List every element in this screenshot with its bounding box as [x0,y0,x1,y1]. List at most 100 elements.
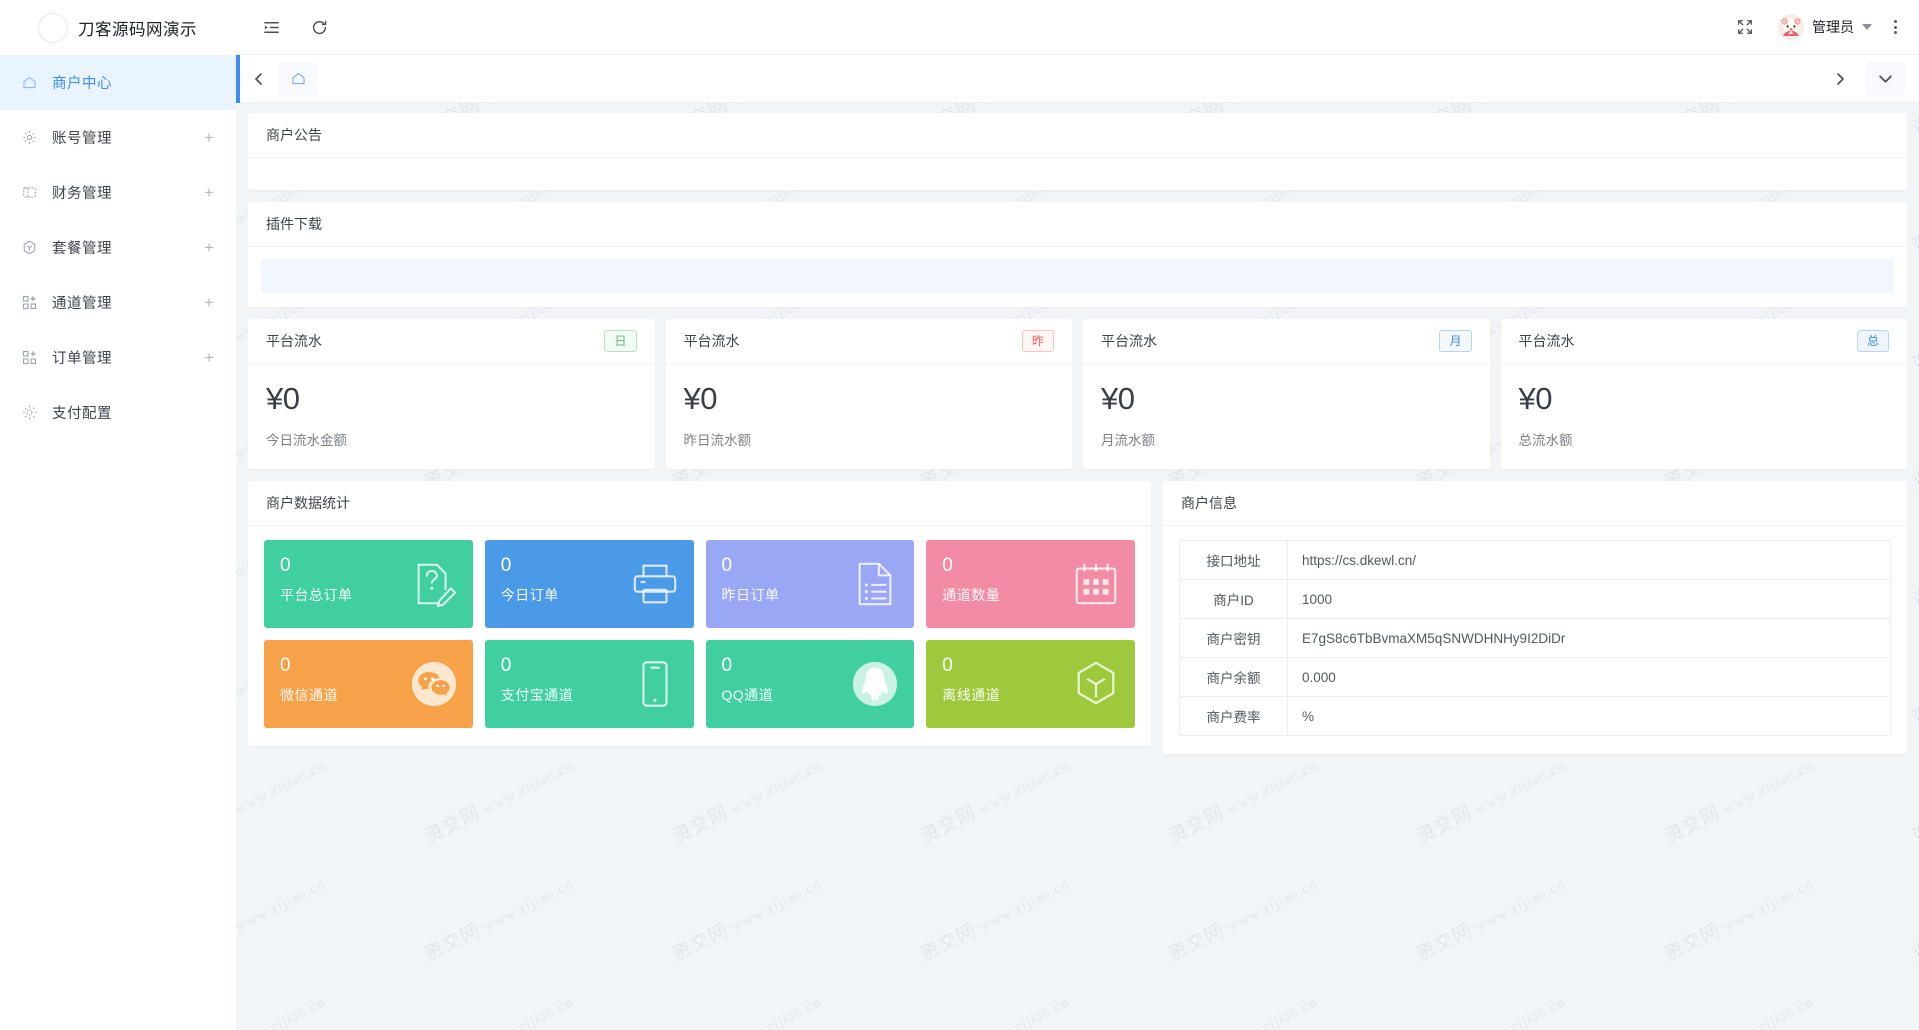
sidebar-item-label: 商户中心 [52,72,214,93]
gear-icon [20,129,38,147]
stat-tile-7[interactable]: 0离线通道 [926,640,1135,728]
brand-logo[interactable]: 刀客源码网演示 [0,0,236,55]
flow-card-badge[interactable]: 月 [1439,330,1471,352]
grid-plus-icon [20,349,38,367]
sidebar-item-expand-icon[interactable]: + [204,129,214,146]
document-list-icon [850,559,900,609]
stats-tile-grid: 0平台总订单0今日订单0昨日订单0通道数量 0微信通道0支付宝通道0QQ通道0离线… [248,526,1151,746]
merchant-info-key: 商户费率 [1180,697,1288,736]
merchant-info-table: 接口地址https://cs.dkewl.cn/商户ID1000商户密钥E7gS… [1179,540,1891,736]
rocket-icon [38,13,68,43]
printer-icon [630,559,680,609]
sidebar-item-1[interactable]: 账号管理+ [0,110,236,165]
sidebar-item-label: 套餐管理 [52,237,204,258]
tab-prev-button[interactable] [240,55,278,103]
menu-collapse-icon[interactable] [260,16,282,38]
merchant-info-value: https://cs.dkewl.cn/ [1288,541,1891,580]
stat-tile-6[interactable]: 0QQ通道 [706,640,915,728]
more-vertical-icon[interactable] [1894,20,1897,34]
flow-card-title: 平台流水 [684,331,740,351]
flow-card-title: 平台流水 [266,331,322,351]
user-menu[interactable]: 管理员 [1778,14,1872,40]
flow-card-badge[interactable]: 总 [1857,330,1889,352]
app-root: 资交网 www.zijiao.cn资交网 www.zijiao.cn资交网 ww… [0,0,1919,1030]
tab-next-button[interactable] [1821,55,1859,103]
tab-bar [236,55,1919,103]
merchant-info-title: 商户信息 [1163,481,1907,526]
flow-card-head: 平台流水 昨 [666,319,1073,364]
flow-card-amount: ¥0 [1101,382,1472,416]
stat-tile-0[interactable]: 0平台总订单 [264,540,473,628]
flow-card-amount: ¥0 [684,382,1055,416]
merchant-notice-title: 商户公告 [248,113,1907,158]
sidebar-item-0[interactable]: 商户中心 [0,55,236,110]
merchant-info-row: 商户余额0.000 [1180,658,1891,697]
home-icon [20,74,38,92]
plugin-download-body [248,247,1907,307]
sidebar-item-3[interactable]: 套餐管理+ [0,220,236,275]
sidebar-item-expand-icon[interactable]: + [204,239,214,256]
sidebar-item-6[interactable]: 支付配置 [0,385,236,440]
sidebar-item-5[interactable]: 订单管理+ [0,330,236,385]
grid-plus-icon [20,294,38,312]
merchant-info-key: 商户余额 [1180,658,1288,697]
sidebar-item-expand-icon[interactable]: + [204,349,214,366]
flow-card-badge[interactable]: 昨 [1022,330,1054,352]
sidebar-item-2[interactable]: 财务管理+ [0,165,236,220]
mobile-icon [630,659,680,709]
sidebar-item-expand-icon[interactable]: + [204,294,214,311]
sidebar-item-label: 支付配置 [52,402,214,423]
flow-card-head: 平台流水总 [1501,319,1908,364]
merchant-info-key: 接口地址 [1180,541,1288,580]
plugin-download-strip[interactable] [261,259,1894,293]
top-bar: 管理员 [236,0,1919,55]
sidebar-nav: 商户中心账号管理+财务管理+套餐管理+通道管理+订单管理+支付配置 [0,55,236,1030]
merchant-info-row: 商户密钥E7gS8c6TbBvmaXM5qSNWDHNHy9I2DiDr [1180,619,1891,658]
merchant-info-key: 商户密钥 [1180,619,1288,658]
flow-card-amount: ¥0 [266,382,637,416]
document-edit-icon [409,559,459,609]
topbar-left-group [236,16,330,38]
merchant-info-value: E7gS8c6TbBvmaXM5qSNWDHNHy9I2DiDr [1288,619,1891,658]
sidebar-item-label: 通道管理 [52,292,204,313]
topbar-right-group: 管理员 [1734,14,1919,40]
flow-cards-row: 平台流水日¥0今日流水金额平台流水昨¥0昨日流水额平台流水月¥0月流水额平台流水… [248,319,1907,469]
flow-card-body: ¥0月流水额 [1083,364,1490,469]
package-icon [20,239,38,257]
qq-icon [850,659,900,709]
flow-card-label: 昨日流水额 [684,429,1055,449]
flow-card-body: ¥0 总流水额 [1501,364,1908,469]
refresh-icon[interactable] [308,16,330,38]
flow-card-1: 平台流水 昨 ¥0 昨日流水额 [666,319,1073,469]
avatar [1778,14,1804,40]
merchant-notice-body [248,158,1907,190]
merchant-info-row: 接口地址https://cs.dkewl.cn/ [1180,541,1891,580]
flow-card-amount: ¥0 [1519,382,1890,416]
flow-card-label: 总流水额 [1519,429,1890,449]
merchant-stats-panel: 商户数据统计 0平台总订单0今日订单0昨日订单0通道数量0微信通道0支付宝通道0… [248,481,1151,746]
sidebar-item-4[interactable]: 通道管理+ [0,275,236,330]
stat-tile-1[interactable]: 0今日订单 [485,540,694,628]
merchant-info-value: % [1288,697,1891,736]
tab-dropdown-button[interactable] [1865,62,1905,96]
merchant-notice-panel: 商户公告 [248,113,1907,190]
flow-card-body: ¥0 今日流水金额 [248,364,655,469]
flow-card-3: 平台流水总 ¥0 总流水额 [1501,319,1908,469]
stat-tile-2[interactable]: 0昨日订单 [706,540,915,628]
fullscreen-icon[interactable] [1734,16,1756,38]
stat-tile-5[interactable]: 0支付宝通道 [485,640,694,728]
stat-tile-3[interactable]: 0通道数量 [926,540,1135,628]
user-name: 管理员 [1812,17,1854,37]
flow-card-label: 今日流水金额 [266,429,637,449]
sidebar-item-label: 财务管理 [52,182,204,203]
flow-card-badge[interactable]: 日 [604,330,636,352]
merchant-info-panel: 商户信息 接口地址https://cs.dkewl.cn/商户ID1000商户密… [1163,481,1907,754]
tab-home[interactable] [278,62,318,96]
sidebar-item-label: 订单管理 [52,347,204,368]
main-content: 商户公告 插件下载 平台流水日¥0今日流水金额平台流水昨¥0昨日流水额平台流水月… [236,103,1919,1030]
merchant-info-row: 商户ID1000 [1180,580,1891,619]
sidebar-item-expand-icon[interactable]: + [204,184,214,201]
merchant-info-value: 1000 [1288,580,1891,619]
merchant-info-row: 商户费率% [1180,697,1891,736]
stat-tile-4[interactable]: 0微信通道 [264,640,473,728]
